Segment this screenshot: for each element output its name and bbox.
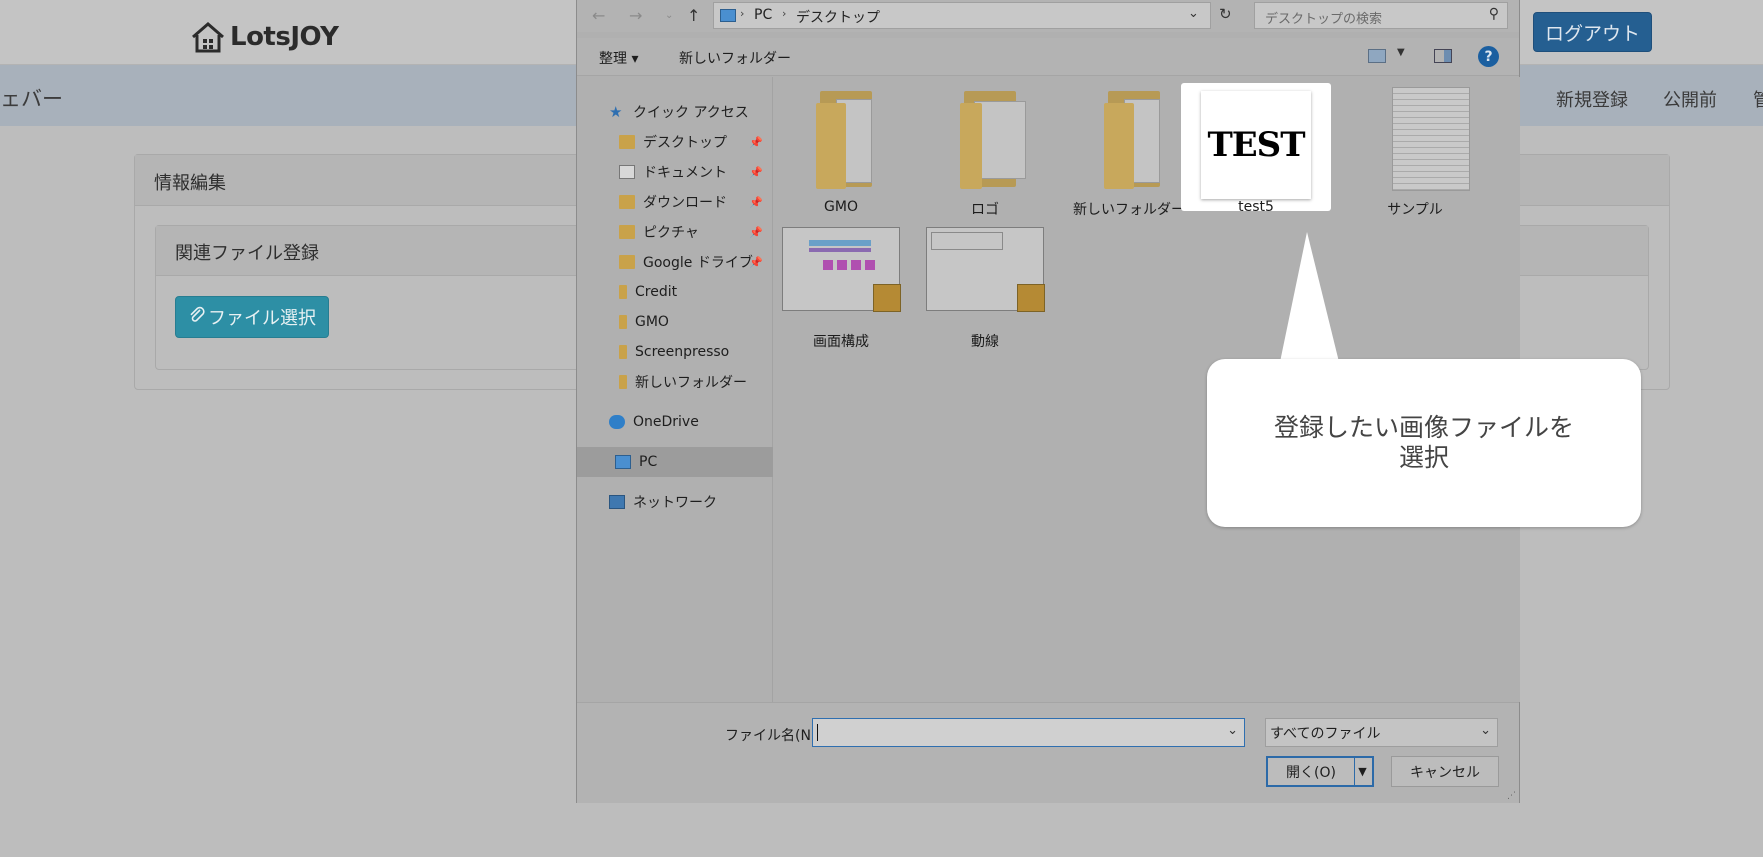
instruction-callout: 登録したい画像ファイルを 選択 [1207,359,1641,527]
